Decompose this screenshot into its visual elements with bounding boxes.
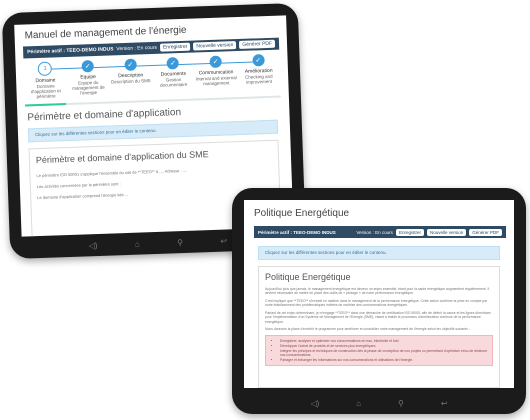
version-label: Version : En cours: [116, 44, 158, 53]
policy-paragraph: Aujourd'hui plus que jamais, le manageme…: [265, 287, 490, 296]
check-icon: ✓: [81, 60, 94, 73]
progress-fill: [24, 103, 66, 107]
return-icon[interactable]: ↩: [220, 236, 227, 245]
page-title: Politique Energétique: [254, 208, 350, 219]
new-version-button[interactable]: Nouvelle version: [426, 228, 467, 236]
version-label: Version : En cours: [356, 229, 393, 235]
info-alert: Cliquez sur les différentes sections pou…: [27, 119, 279, 143]
return-icon[interactable]: ↩: [441, 399, 448, 408]
save-button[interactable]: Enregistrer: [395, 228, 424, 236]
check-icon: ✓: [209, 55, 222, 69]
android-navbar: ◁) ⌂ ⚲ ↩: [70, 233, 246, 253]
active-perimeter: Périmètre actif : TEEO-DEMO INDUS: [258, 229, 336, 235]
check-icon: ✓: [252, 54, 265, 67]
active-perimeter: Périmètre actif : TEEO-DEMO INDUS: [27, 46, 114, 56]
info-alert: Cliquez sur les différentes sections pou…: [258, 246, 500, 260]
section-title: Périmètre et domaine d'application: [27, 107, 182, 124]
save-button[interactable]: Enregistrer: [159, 42, 191, 52]
content-card[interactable]: Politique Energétique Aujourd'hui plus q…: [258, 266, 500, 388]
generate-pdf-button[interactable]: Générer PDF: [239, 39, 276, 49]
generate-pdf-button[interactable]: Générer PDF: [469, 228, 502, 236]
back-icon[interactable]: ◁): [89, 241, 98, 250]
objectives-box: Enregistrer, analyser et optimiser nos c…: [265, 335, 493, 367]
home-icon[interactable]: ⌂: [356, 399, 361, 408]
top-bar: Périmètre actif : TEEO-DEMO INDUS Versio…: [254, 226, 506, 238]
tablet-front: Politique Energétique Périmètre actif : …: [232, 188, 526, 414]
tablet-front-screen: Politique Energétique Périmètre actif : …: [244, 200, 514, 388]
search-icon[interactable]: ⚲: [177, 238, 183, 247]
check-icon: ✓: [166, 57, 180, 70]
card-title: Politique Energétique: [265, 272, 351, 282]
stepper: 1 Domaine Domaine d'application et périm…: [24, 54, 281, 103]
card-title: Périmètre et domaine d'application du SM…: [35, 149, 209, 166]
back-icon[interactable]: ◁): [310, 399, 319, 408]
policy-paragraph: C'est impliqué que **TEEO** s'investit e…: [265, 298, 488, 308]
objective-item: Partager et échanger les informations su…: [280, 358, 488, 363]
new-version-button[interactable]: Nouvelle version: [193, 41, 237, 51]
search-icon[interactable]: ⚲: [398, 399, 404, 408]
policy-paragraph: Nous donnons la place d'enrichir le prog…: [265, 326, 470, 331]
objective-item: Intégrer les principes et techniques de …: [280, 349, 488, 358]
check-icon: ✓: [124, 58, 137, 71]
step-number-icon: 1: [37, 61, 53, 77]
step-amelioration[interactable]: ✓ Amélioration Checking and improvement: [237, 54, 281, 95]
android-navbar: ◁) ⌂ ⚲ ↩: [292, 396, 466, 410]
home-icon[interactable]: ⌂: [135, 239, 140, 248]
page-title: Manuel de management de l'énergie: [24, 24, 187, 42]
policy-paragraph: Partant de cet enjeu déterminant, je m'e…: [265, 310, 491, 324]
